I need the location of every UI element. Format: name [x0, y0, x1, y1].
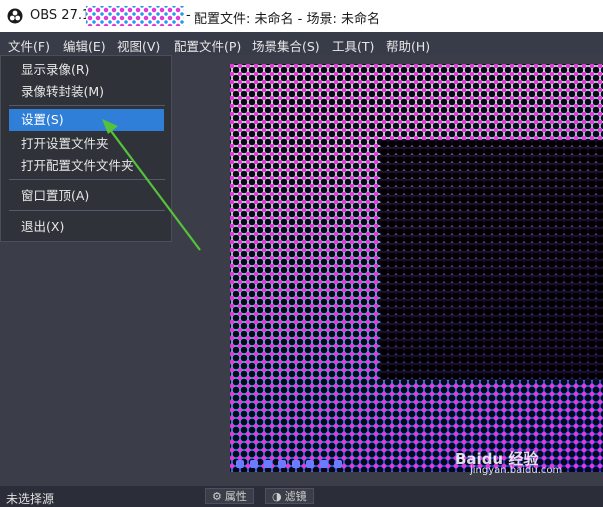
properties-button[interactable]: ⚙ 属性 [205, 488, 254, 504]
filters-button[interactable]: ◑ 滤镜 [265, 488, 314, 504]
properties-label: 属性 [224, 490, 247, 503]
gear-icon: ⚙ [212, 490, 222, 503]
watermark-url: jingyan.baidu.com [470, 465, 563, 476]
filters-label: 滤镜 [284, 490, 307, 503]
green-arrow-annotation [102, 119, 201, 251]
no-source-selected-label: 未选择源 [6, 492, 55, 506]
filter-icon: ◑ [272, 490, 282, 503]
status-bar: 未选择源 ⚙ 属性 ◑ 滤镜 [0, 486, 603, 506]
